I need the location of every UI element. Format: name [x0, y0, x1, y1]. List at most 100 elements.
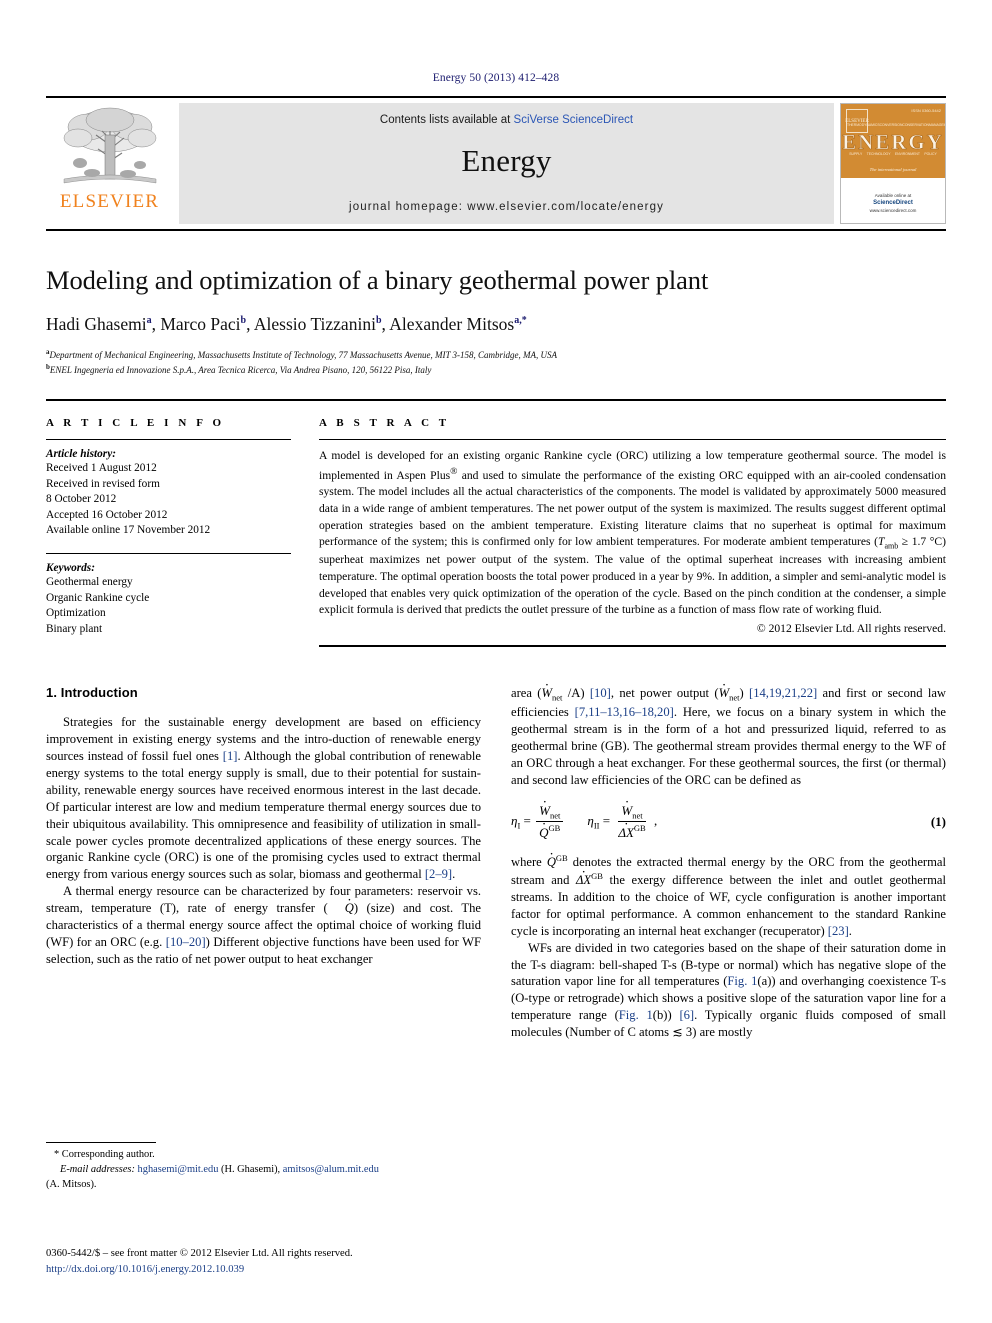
text-run: area (	[511, 685, 542, 700]
issn-copyright-line: 0360-5442/$ – see front matter © 2012 El…	[46, 1248, 353, 1259]
article-history-label: Article history:	[46, 448, 116, 461]
cover-issn-code: ISSN 0360-5442	[911, 108, 941, 113]
fraction: Wnet QGB	[536, 803, 564, 841]
elsevier-wordmark: ELSEVIER	[59, 191, 160, 212]
author-name: Hadi Ghasemi	[46, 314, 147, 334]
abstract-text: A model is developed for an existing org…	[319, 448, 946, 619]
elsevier-logo: ELSEVIER	[46, 103, 173, 224]
variable-wdot: W	[719, 685, 730, 702]
elsevier-tree-icon	[63, 107, 156, 184]
text-run: .	[848, 923, 852, 938]
cover-sd-small: Available online at	[874, 192, 912, 198]
author-name: Alexander Mitsos	[389, 314, 515, 334]
email-owner: (H. Ghasemi),	[218, 1163, 283, 1175]
equation-1: ηI = Wnet QGB ηII = Wnet ΔXGB	[511, 803, 946, 841]
citation-link[interactable]: [10]	[590, 686, 611, 700]
cover-top-keywords: THERMODYNAMICS CONVERSION CONSERVATION M…	[841, 123, 945, 127]
fraction: Wnet ΔXGB	[615, 803, 648, 841]
affiliation-list: aDepartment of Mechanical Engineering, M…	[46, 347, 946, 377]
variable-superscript: GB	[548, 823, 561, 834]
footnote-area: * Corresponding author. E-mail addresses…	[46, 1142, 476, 1192]
author: Hadi Ghasemia,	[46, 314, 160, 334]
keyword-item: Optimization	[46, 607, 106, 620]
doi-link[interactable]: http://dx.doi.org/10.1016/j.energy.2012.…	[46, 1262, 486, 1278]
keywords-label: Keywords:	[46, 561, 95, 574]
citation-link[interactable]: [7,11–13,16–18,20]	[575, 705, 674, 719]
cover-keyword: ENVIRONMENT	[894, 152, 920, 156]
author-affil-marker: a,*	[514, 315, 527, 327]
email-label: E-mail addresses:	[60, 1163, 135, 1175]
sciencedirect-link[interactable]: SciVerse ScienceDirect	[514, 114, 634, 126]
equation-number: (1)	[930, 813, 946, 829]
text-run: , net power output (	[610, 685, 719, 700]
cover-keyword: CONVERSION	[879, 123, 903, 127]
paper-page: Energy 50 (2013) 412–428 ELSEVIER Conten…	[0, 0, 992, 1323]
variable-delta-x: ΔX	[576, 872, 591, 889]
paragraph: Strategies for the sustainable energy de…	[46, 714, 481, 883]
running-head: Energy 50 (2013) 412–428	[432, 72, 560, 84]
email-link[interactable]: hghasemi@mit.edu	[138, 1164, 219, 1175]
citation-link[interactable]: [14,19,21,22]	[749, 686, 817, 700]
journal-banner: Contents lists available at SciVerse Sci…	[179, 103, 834, 224]
citation-link[interactable]: [10–20]	[166, 935, 206, 949]
equation-term-eta1: ηI = Wnet QGB	[511, 803, 565, 841]
variable-subscript: net	[552, 692, 563, 703]
divider	[46, 439, 291, 441]
history-item: Available online 17 November 2012	[46, 524, 211, 537]
journal-masthead: ELSEVIER Contents lists available at Sci…	[46, 96, 946, 224]
right-column: area (Wnet /A) [10], net power output (W…	[511, 685, 946, 1041]
divider	[319, 439, 946, 441]
paragraph: area (Wnet /A) [10], net power output (W…	[511, 685, 946, 789]
journal-name: Energy	[461, 143, 552, 178]
cover-sd-big: ScienceDirect	[873, 200, 913, 207]
author: Marco Pacib,	[160, 314, 254, 334]
cover-sd-url: www.sciencedirect.com	[869, 208, 917, 214]
equals-sign: =	[523, 812, 531, 828]
article-info-heading: A R T I C L E I N F O	[46, 417, 225, 430]
citation-link[interactable]: [6]	[679, 1008, 694, 1022]
cover-top-band: ELSEVIER ISSN 0360-5442 THERMODYNAMICS C…	[841, 104, 945, 178]
affiliation: aDepartment of Mechanical Engineering, M…	[46, 347, 946, 362]
keyword-item: Organic Rankine cycle	[46, 591, 150, 604]
article-info-column: A R T I C L E I N F O Article history: R…	[46, 417, 291, 647]
equation-term-eta2: ηII = Wnet ΔXGB ,	[587, 803, 657, 841]
text-run: where	[511, 854, 547, 869]
fraction-denominator: QGB	[536, 822, 563, 840]
info-abstract-region: A R T I C L E I N F O Article history: R…	[46, 399, 946, 647]
history-item: 8 October 2012	[46, 493, 117, 506]
journal-cover-thumbnail: ELSEVIER ISSN 0360-5442 THERMODYNAMICS C…	[840, 103, 946, 224]
equals-sign: =	[602, 812, 611, 828]
citation-link[interactable]: [1]	[223, 749, 238, 763]
equation-body: ηI = Wnet QGB ηII = Wnet ΔXGB	[511, 803, 931, 841]
abstract-heading: A B S T R A C T	[319, 417, 450, 430]
author: Alexander Mitsosa,*	[389, 314, 526, 334]
text-run: . Although the global contribution of re…	[46, 748, 482, 882]
affiliation-text: ENEL Ingegneria ed Innovazione S.p.A., A…	[49, 365, 432, 376]
cover-bottom-keywords: SUPPLY TECHNOLOGY ENVIRONMENT POLICY	[841, 152, 945, 156]
figure-link[interactable]: Fig. 1	[727, 974, 757, 988]
history-item: Received in revised form	[46, 477, 160, 490]
variable-qdot: Q	[539, 825, 548, 841]
variable-subscript: net	[549, 810, 561, 821]
figure-link[interactable]: Fig. 1	[619, 1008, 653, 1022]
author-separator: ,	[246, 314, 254, 334]
corresponding-author-note: * Corresponding author.	[54, 1149, 155, 1160]
footer-block: 0360-5442/$ – see front matter © 2012 El…	[46, 1246, 486, 1278]
citation-link[interactable]: [23]	[828, 924, 849, 938]
keyword-item: Binary plant	[46, 622, 103, 635]
variable-subscript: net	[632, 810, 643, 821]
divider	[319, 644, 946, 647]
author-name: Alessio Tizzanini	[253, 314, 376, 334]
citation-link[interactable]: [2–9]	[425, 867, 452, 881]
cover-keyword: CONSERVATION	[902, 123, 929, 127]
eta-subscript: I	[517, 820, 521, 831]
email-link[interactable]: amitsos@alum.mit.edu	[283, 1164, 379, 1175]
footnote-divider	[46, 1142, 156, 1143]
variable-superscript: GB	[633, 823, 646, 834]
cover-keyword: POLICY	[924, 152, 937, 156]
cover-keyword: THERMODYNAMICS	[847, 123, 880, 127]
journal-homepage-link[interactable]: journal homepage: www.elsevier.com/locat…	[179, 201, 834, 213]
divider	[46, 552, 291, 554]
eta-subscript: II	[593, 820, 600, 831]
abstract-column: A B S T R A C T A model is developed for…	[319, 417, 946, 647]
